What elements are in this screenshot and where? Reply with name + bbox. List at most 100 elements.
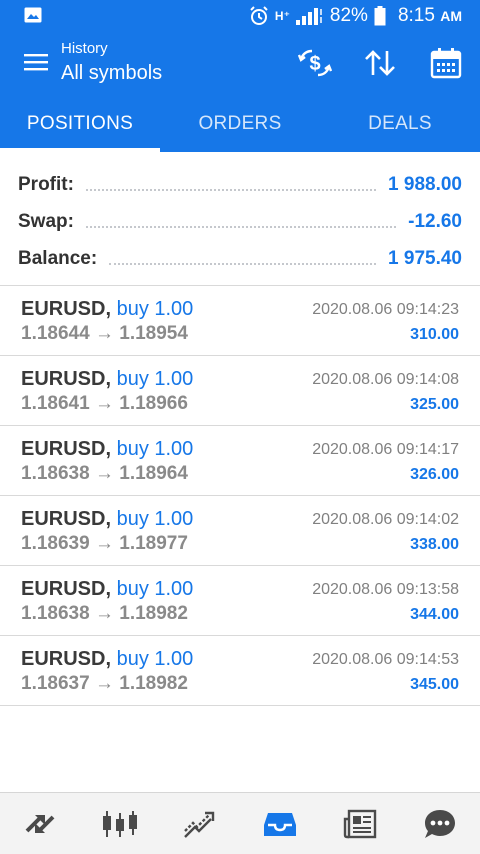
position-symbol: EURUSD, [21, 298, 112, 320]
position-prices: 1.18637 → 1.18982 [21, 673, 188, 695]
tab-deals[interactable]: DEALS [320, 96, 480, 152]
position-side: buy 1.00 [116, 578, 194, 600]
position-prices: 1.18644 → 1.18954 [21, 323, 188, 345]
dotted-leader [85, 216, 397, 228]
position-current-price: 1.18954 [119, 323, 188, 344]
swap-label: Swap: [18, 210, 74, 232]
position-time: 2020.08.06 09:14:53 [312, 651, 459, 668]
position-current-price: 1.18982 [119, 603, 188, 624]
sort-arrows-icon [365, 50, 395, 76]
position-open-price: 1.18638 [21, 603, 90, 624]
position-symbol: EURUSD, [21, 648, 112, 670]
position-prices: 1.18639 → 1.18977 [21, 533, 188, 555]
position-time: 2020.08.06 09:13:58 [312, 581, 459, 598]
clock-ampm: AM [440, 8, 462, 24]
position-side: buy 1.00 [116, 298, 194, 320]
arrow-right-icon: → [94, 393, 114, 414]
swap-row: Swap: -12.60 [0, 203, 480, 240]
position-side: buy 1.00 [116, 368, 194, 390]
position-current-price: 1.18982 [119, 673, 188, 694]
arrow-right-icon: → [94, 673, 114, 694]
position-profit: 310.00 [410, 326, 459, 343]
arrow-right-icon: → [94, 533, 114, 554]
bottom-navigation [0, 792, 480, 854]
position-symbol-line: EURUSD, buy 1.00 [21, 438, 193, 461]
swap-value: -12.60 [408, 210, 462, 232]
position-prices: 1.18638 → 1.18964 [21, 463, 188, 485]
position-row[interactable]: EURUSD, buy 1.00 1.18641 → 1.18966 2020.… [0, 356, 480, 426]
position-open-price: 1.18638 [21, 463, 90, 484]
position-row[interactable]: EURUSD, buy 1.00 1.18638 → 1.18964 2020.… [0, 426, 480, 496]
app-bar-subtitle: History [61, 40, 108, 57]
app-bar-title[interactable]: All symbols [61, 62, 162, 85]
position-symbol: EURUSD, [21, 508, 112, 530]
summary-panel: Profit: 1 988.00 Swap: -12.60 Balance: 1… [0, 152, 480, 286]
position-symbol-line: EURUSD, buy 1.00 [21, 368, 193, 391]
position-side: buy 1.00 [116, 508, 194, 530]
nav-chart[interactable] [80, 793, 160, 854]
nav-messages[interactable] [400, 793, 480, 854]
balance-label: Balance: [18, 247, 98, 269]
calendar-button[interactable] [428, 46, 464, 80]
tab-positions[interactable]: POSITIONS [0, 96, 160, 152]
chart-icon [103, 810, 137, 837]
alarm-icon [250, 6, 268, 25]
clock-time: 8:15 [397, 5, 435, 26]
battery-percent: 82% [329, 5, 368, 26]
position-current-price: 1.18966 [119, 393, 188, 414]
position-symbol: EURUSD, [21, 578, 112, 600]
position-time: 2020.08.06 09:14:08 [312, 371, 459, 388]
arrow-right-icon: → [94, 323, 114, 344]
position-symbol: EURUSD, [21, 368, 112, 390]
position-side: buy 1.00 [116, 438, 194, 460]
position-time: 2020.08.06 09:14:17 [312, 441, 459, 458]
history-icon [264, 812, 296, 836]
position-current-price: 1.18964 [119, 463, 188, 484]
arrow-right-icon: → [94, 603, 114, 624]
currency-exchange-button[interactable]: $ [297, 46, 333, 80]
position-profit: 345.00 [410, 676, 459, 693]
nav-news[interactable] [320, 793, 400, 854]
positions-list: EURUSD, buy 1.00 1.18644 → 1.18954 2020.… [0, 286, 480, 706]
battery-icon [374, 6, 386, 26]
position-open-price: 1.18641 [21, 393, 90, 414]
position-prices: 1.18638 → 1.18982 [21, 603, 188, 625]
profit-row: Profit: 1 988.00 [0, 166, 480, 203]
nav-history[interactable] [240, 793, 320, 854]
position-row[interactable]: EURUSD, buy 1.00 1.18639 → 1.18977 2020.… [0, 496, 480, 566]
messages-icon [425, 809, 455, 838]
nav-trade[interactable] [160, 793, 240, 854]
position-symbol-line: EURUSD, buy 1.00 [21, 648, 193, 671]
position-profit: 325.00 [410, 396, 459, 413]
trade-icon [184, 811, 215, 838]
sort-button[interactable] [362, 46, 398, 80]
position-profit: 338.00 [410, 536, 459, 553]
position-symbol-line: EURUSD, buy 1.00 [21, 578, 193, 601]
position-open-price: 1.18639 [21, 533, 90, 554]
nav-quotes[interactable] [0, 793, 80, 854]
dollar-exchange-icon: $ [298, 49, 332, 77]
image-icon [24, 7, 42, 23]
position-row[interactable]: EURUSD, buy 1.00 1.18638 → 1.18982 2020.… [0, 566, 480, 636]
quotes-icon [25, 814, 55, 833]
balance-value: 1 975.40 [388, 247, 462, 269]
dotted-leader [109, 253, 377, 265]
position-row[interactable]: EURUSD, buy 1.00 1.18644 → 1.18954 2020.… [0, 286, 480, 356]
position-profit: 326.00 [410, 466, 459, 483]
tab-orders[interactable]: ORDERS [160, 96, 320, 152]
hamburger-menu-icon[interactable] [24, 52, 48, 72]
position-row[interactable]: EURUSD, buy 1.00 1.18637 → 1.18982 2020.… [0, 636, 480, 706]
clock: 8:15 AM [398, 5, 462, 27]
calendar-icon [430, 48, 462, 79]
signal-icon [295, 8, 322, 25]
position-symbol: EURUSD, [21, 438, 112, 460]
balance-row: Balance: 1 975.40 [0, 240, 480, 277]
app-bar: History All symbols $ [0, 32, 480, 96]
position-symbol-line: EURUSD, buy 1.00 [21, 508, 193, 531]
news-icon [343, 809, 377, 838]
arrow-right-icon: → [94, 463, 114, 484]
position-current-price: 1.18977 [119, 533, 188, 554]
dotted-leader [85, 179, 377, 191]
profit-label: Profit: [18, 173, 74, 195]
position-symbol-line: EURUSD, buy 1.00 [21, 298, 193, 321]
